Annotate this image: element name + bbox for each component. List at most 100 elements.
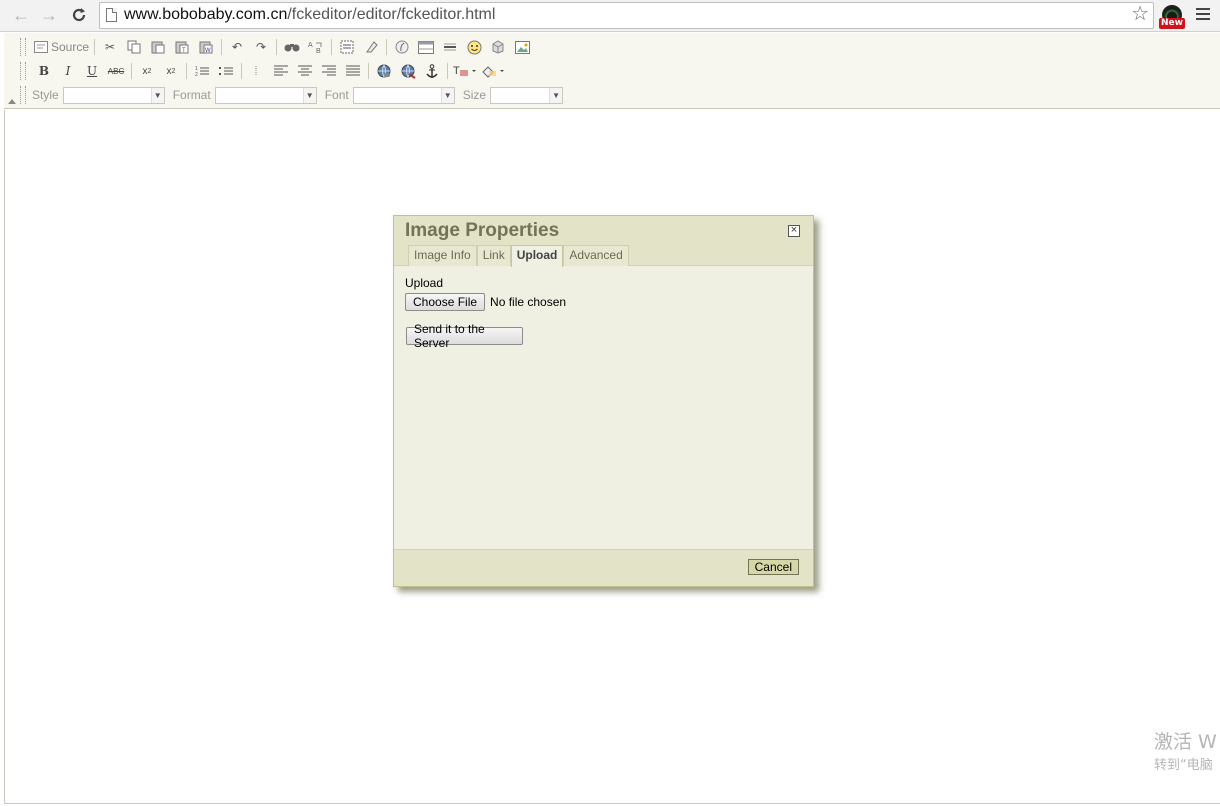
cancel-button[interactable]: Cancel: [747, 559, 799, 575]
collapse-toolbar-icon[interactable]: [8, 99, 16, 104]
toolbar-grip[interactable]: [20, 62, 26, 80]
file-input: Choose File No file chosen: [405, 293, 566, 311]
browser-menu-icon[interactable]: [1196, 8, 1210, 22]
chevron-down-icon: ▼: [549, 87, 563, 103]
text-color-icon[interactable]: T: [453, 62, 477, 80]
source-label: Source: [51, 40, 90, 54]
toolbar-separator: [186, 63, 187, 79]
address-bar[interactable]: www.bobobaby.com.cn/fckeditor/editor/fck…: [99, 2, 1154, 29]
browser-chrome: ← → www.bobobaby.com.cn/fckeditor/editor…: [0, 0, 1220, 32]
paste-text-icon[interactable]: T: [172, 38, 192, 56]
smiley-icon[interactable]: [464, 38, 484, 56]
file-status-text: No file chosen: [490, 295, 567, 309]
toolbar-grip[interactable]: [20, 38, 26, 56]
close-icon[interactable]: ×: [788, 225, 800, 237]
chevron-down-icon: ▼: [150, 87, 164, 103]
activation-watermark-line1: 激活 W: [1154, 731, 1217, 753]
dialog-tabs: Image Info Link Upload Advanced: [408, 245, 629, 267]
toolbar-row-3: Style ▼ Format ▼ Font ▼ Size ▼: [4, 84, 564, 106]
activation-watermark-line2: 转到“电脑: [1154, 758, 1213, 773]
svg-text:A: A: [308, 42, 313, 49]
style-label: Style: [32, 88, 59, 102]
align-right-icon[interactable]: [319, 62, 339, 80]
image-icon[interactable]: [512, 38, 532, 56]
toolbar-separator: [368, 63, 369, 79]
size-select[interactable]: ▼: [490, 86, 564, 104]
outdent-icon[interactable]: [247, 62, 267, 80]
tab-link[interactable]: Link: [476, 245, 511, 266]
size-label: Size: [462, 88, 487, 102]
tab-upload[interactable]: Upload: [510, 245, 564, 267]
toolbar-grip[interactable]: [20, 86, 26, 104]
style-select[interactable]: ▼: [62, 86, 165, 104]
italic-button[interactable]: I: [58, 62, 78, 80]
send-to-server-button[interactable]: Send it to the Server: [406, 322, 523, 350]
extension-icon[interactable]: New: [1159, 5, 1185, 29]
toolbar-separator: [94, 39, 96, 55]
justify-icon[interactable]: [343, 62, 363, 80]
toolbar-separator: [131, 63, 132, 79]
toolbar-row-2: B I U ABC x2 x2 12 T: [4, 60, 507, 82]
url-text: www.bobobaby.com.cn/fckeditor/editor/fck…: [124, 6, 496, 23]
align-center-icon[interactable]: [295, 62, 315, 80]
svg-text:T: T: [453, 65, 460, 77]
upload-label: Upload: [405, 276, 444, 290]
format-select[interactable]: ▼: [214, 86, 317, 104]
copy-icon[interactable]: [124, 38, 144, 56]
replace-icon[interactable]: AB: [306, 38, 326, 56]
link-icon[interactable]: [374, 62, 394, 80]
strikethrough-button[interactable]: ABC: [106, 62, 126, 80]
dialog-body: Upload Choose File No file chosen Send i…: [405, 276, 566, 350]
unlink-icon[interactable]: [398, 62, 418, 80]
tab-advanced[interactable]: Advanced: [563, 245, 629, 266]
choose-file-button[interactable]: Choose File: [405, 293, 486, 311]
back-arrow-icon[interactable]: ←: [10, 4, 32, 26]
dialog-header: Image Properties × Image Info Link Uploa…: [394, 216, 813, 267]
superscript-icon[interactable]: x2: [161, 62, 181, 80]
cut-icon[interactable]: ✂: [100, 38, 120, 56]
chevron-down-icon: ▼: [440, 87, 454, 103]
font-select[interactable]: ▼: [352, 86, 455, 104]
reload-icon[interactable]: [68, 4, 90, 26]
toolbar-separator: [447, 63, 448, 79]
svg-text:W: W: [205, 48, 211, 54]
toolbar-separator: [386, 39, 388, 55]
source-icon: [34, 41, 48, 53]
extension-new-badge: New: [1159, 18, 1185, 29]
flash-icon[interactable]: [392, 38, 412, 56]
dialog-title: Image Properties: [405, 220, 560, 241]
select-all-icon[interactable]: [337, 38, 357, 56]
paste-word-icon[interactable]: W: [196, 38, 216, 56]
underline-button[interactable]: U: [82, 62, 102, 80]
remove-format-icon[interactable]: [361, 38, 381, 56]
chevron-down-icon: ▼: [302, 87, 316, 103]
redo-icon[interactable]: ↷: [251, 38, 271, 56]
bold-button[interactable]: B: [34, 62, 54, 80]
paste-icon[interactable]: [148, 38, 168, 56]
special-char-icon[interactable]: [488, 38, 508, 56]
format-label: Format: [172, 88, 211, 102]
svg-text:2: 2: [195, 72, 198, 77]
toolbar-separator: [276, 39, 278, 55]
table-icon[interactable]: [416, 38, 436, 56]
horizontal-rule-icon[interactable]: [440, 38, 460, 56]
align-left-icon[interactable]: [271, 62, 291, 80]
numbered-list-icon[interactable]: 12: [192, 62, 212, 80]
dialog-footer: Cancel: [394, 549, 813, 586]
find-icon[interactable]: [282, 38, 302, 56]
image-properties-dialog: Image Properties × Image Info Link Uploa…: [393, 215, 814, 587]
source-button[interactable]: Source: [34, 38, 89, 56]
forward-arrow-icon[interactable]: →: [38, 4, 60, 26]
svg-text:T: T: [182, 48, 186, 54]
bookmark-star-icon[interactable]: ☆: [1131, 4, 1149, 24]
bg-color-icon[interactable]: [481, 62, 505, 80]
bullet-list-icon[interactable]: [216, 62, 236, 80]
subscript-icon[interactable]: x2: [137, 62, 157, 80]
undo-icon[interactable]: ↶: [227, 38, 247, 56]
editor-toolbar: Source ✂ T W ↶ ↷ AB B I U ABC x2 x2 12 T…: [4, 33, 1220, 109]
anchor-icon[interactable]: [422, 62, 442, 80]
toolbar-separator: [241, 63, 242, 79]
tab-image-info[interactable]: Image Info: [408, 245, 477, 266]
svg-text:B: B: [316, 48, 321, 54]
page-icon: [106, 8, 117, 22]
